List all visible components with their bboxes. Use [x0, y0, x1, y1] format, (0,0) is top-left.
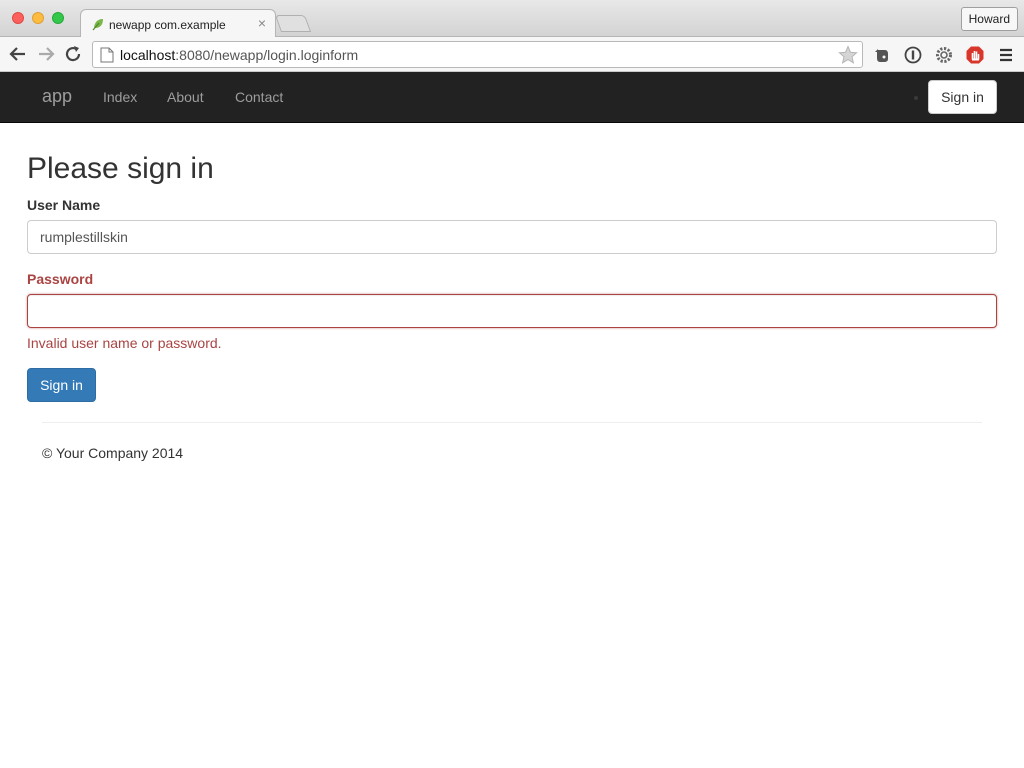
window-minimize-button[interactable]: [32, 12, 44, 24]
username-label: User Name: [27, 197, 101, 213]
forward-button[interactable]: [35, 43, 57, 65]
settings-gear-extension-icon[interactable]: [934, 45, 954, 65]
new-tab-button[interactable]: [274, 15, 312, 32]
window-close-button[interactable]: [12, 12, 24, 24]
leaf-icon: [92, 19, 103, 31]
password-manager-extension-icon[interactable]: [903, 45, 923, 65]
error-message: Invalid user name or password.: [27, 335, 222, 351]
navbar-signin-button[interactable]: Sign in: [928, 80, 997, 114]
window-maximize-button[interactable]: [52, 12, 64, 24]
page-icon: [100, 47, 114, 63]
browser-toolbar: localhost:8080/newapp/login.loginform: [0, 37, 1024, 72]
reload-button[interactable]: [62, 43, 84, 65]
footer-divider: [42, 422, 982, 423]
reload-icon: [65, 46, 81, 62]
navbar-brand[interactable]: app: [42, 86, 72, 107]
profile-button[interactable]: Howard: [960, 7, 1018, 31]
forward-arrow-icon: [39, 47, 55, 61]
url-text: localhost:8080/newapp/login.loginform: [120, 47, 358, 63]
nav-link-index[interactable]: Index: [103, 89, 137, 105]
signin-submit-button[interactable]: Sign in: [27, 368, 96, 402]
footer-copyright: © Your Company 2014: [42, 445, 184, 461]
evernote-extension-icon[interactable]: [872, 45, 892, 65]
password-input[interactable]: [27, 294, 997, 328]
browser-titlebar: newapp com.example × Howard: [0, 0, 1024, 38]
back-arrow-icon: [9, 47, 25, 61]
page-title: Please sign in: [27, 152, 214, 185]
url-host: localhost: [120, 47, 176, 63]
nav-link-about[interactable]: About: [167, 89, 204, 105]
tab-title: newapp com.example: [109, 18, 226, 32]
tab-close-icon[interactable]: ×: [258, 15, 266, 31]
menu-hamburger-icon[interactable]: [996, 45, 1016, 65]
nav-separator-dot: [914, 96, 918, 100]
bookmark-star-icon[interactable]: [838, 45, 858, 65]
app-navbar: app Index About Contact Sign in: [0, 72, 1024, 123]
address-bar[interactable]: localhost:8080/newapp/login.loginform: [92, 41, 863, 68]
adblock-extension-icon[interactable]: [965, 45, 985, 65]
url-path: :8080/newapp/login.loginform: [175, 47, 359, 63]
nav-link-contact[interactable]: Contact: [235, 89, 283, 105]
username-input[interactable]: rumplestillskin: [27, 220, 997, 254]
browser-tab[interactable]: newapp com.example ×: [80, 9, 276, 38]
password-label: Password: [27, 271, 94, 287]
back-button[interactable]: [7, 43, 29, 65]
